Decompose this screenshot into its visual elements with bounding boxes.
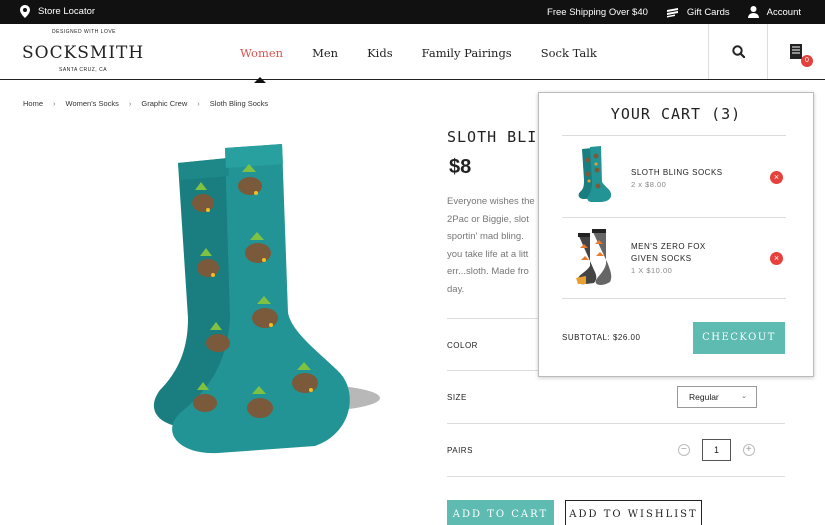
nav-item-sock-talk[interactable]: Sock Talk xyxy=(541,46,597,60)
description-line: Everyone wishes the xyxy=(447,196,535,207)
breadcrumb-current: Sloth Bling Socks xyxy=(209,99,269,108)
breadcrumb-home[interactable]: Home xyxy=(23,99,43,108)
description-line: err...sloth. Made fro xyxy=(447,266,529,277)
breadcrumb-womens-socks[interactable]: Women's Socks xyxy=(66,99,119,108)
breadcrumb-separator: › xyxy=(53,99,56,108)
cart-subtotal: SUBTOTAL: $26.00 xyxy=(562,333,641,342)
cart-item-qty-price: 2 x $8.00 xyxy=(631,180,667,189)
add-to-wishlist-button[interactable]: ADD TO WISHLIST xyxy=(565,500,702,525)
breadcrumb-separator: › xyxy=(197,99,200,108)
increase-quantity-button[interactable]: + xyxy=(743,444,755,456)
nav-item-men[interactable]: Men xyxy=(312,46,338,60)
size-select[interactable]: Regular ⌄ xyxy=(677,386,757,408)
gift-cards-label: Gift Cards xyxy=(686,6,730,18)
cart-item-thumbnail[interactable] xyxy=(570,146,614,206)
cart-item: MEN'S ZERO FOX GIVEN SOCKS 1 X $10.00 × xyxy=(562,217,786,299)
product-price: $8 xyxy=(449,156,472,178)
product-title: SLOTH BLI xyxy=(447,128,538,146)
gift-cards-link[interactable]: Gift Cards xyxy=(666,7,730,18)
description-line: day. xyxy=(447,283,465,295)
cart-count-badge: 0 xyxy=(801,55,813,67)
nav-item-women[interactable]: Women xyxy=(240,46,283,83)
cart-item-name-line: GIVEN SOCKS xyxy=(631,254,692,263)
cart-item: SLOTH BLING SOCKS 2 x $8.00 × xyxy=(562,135,786,217)
cart-button[interactable]: 0 xyxy=(767,24,825,79)
cart-item-name-line: MEN'S ZERO FOX xyxy=(631,242,706,251)
pairs-option-row: PAIRS − 1 + xyxy=(447,423,785,477)
pairs-label: PAIRS xyxy=(447,446,473,455)
search-icon xyxy=(732,45,745,58)
size-select-value: Regular xyxy=(689,392,719,402)
logo-wordmark: SOCKSMITH xyxy=(22,43,145,63)
close-icon[interactable]: × xyxy=(770,171,783,184)
account-label: Account xyxy=(766,6,801,18)
store-locator-label: Store Locator xyxy=(38,6,96,17)
gift-card-icon xyxy=(666,7,678,17)
checkout-button[interactable]: CHECKOUT xyxy=(693,322,785,354)
description-line: you take life at a litt xyxy=(447,248,529,260)
logo-tagline-bottom: SANTA CRUZ, CA xyxy=(59,67,108,73)
user-icon xyxy=(747,6,759,18)
chevron-down-icon: ⌄ xyxy=(741,393,747,400)
breadcrumb: Home › Women's Socks › Graphic Crew › Sl… xyxy=(23,99,268,108)
description-line: 2Pac or Biggie, slot xyxy=(447,213,529,225)
color-label: COLOR xyxy=(447,341,478,350)
size-option-row: SIZE Regular ⌄ xyxy=(447,370,785,422)
socksmith-logo[interactable]: DESIGNED WITH LOVE SOCKSMITH SANTA CRUZ,… xyxy=(22,29,143,75)
product-description: Everyone wishes the 2Pac or Biggie, slot… xyxy=(447,193,547,298)
add-to-cart-button[interactable]: ADD TO CART xyxy=(447,500,554,525)
free-shipping-text: Free Shipping Over $40 xyxy=(547,6,648,18)
cart-item-thumbnail[interactable] xyxy=(570,228,614,288)
breadcrumb-graphic-crew[interactable]: Graphic Crew xyxy=(141,99,187,108)
cart-item-name[interactable]: MEN'S ZERO FOX GIVEN SOCKS xyxy=(631,241,706,265)
breadcrumb-separator: › xyxy=(128,99,132,108)
description-line: sportin' mad bling. xyxy=(447,231,524,242)
cart-title: YOUR CART (3) xyxy=(610,105,742,123)
cart-icon xyxy=(790,44,802,59)
logo-tagline-top: DESIGNED WITH LOVE xyxy=(52,29,117,35)
close-icon[interactable]: × xyxy=(770,252,783,265)
utility-bar: Store Locator Free Shipping Over $40 Gif… xyxy=(0,0,825,24)
search-button[interactable] xyxy=(708,24,766,79)
quantity-input[interactable]: 1 xyxy=(702,439,731,461)
account-link[interactable]: Account xyxy=(747,6,801,18)
site-header: DESIGNED WITH LOVE SOCKSMITH SANTA CRUZ,… xyxy=(0,24,825,83)
main-nav: Women Men Kids Family Pairings Sock Talk xyxy=(240,46,626,83)
map-pin-icon xyxy=(20,5,30,18)
size-label: SIZE xyxy=(447,393,467,402)
product-image[interactable] xyxy=(100,128,390,473)
nav-item-family-pairings[interactable]: Family Pairings xyxy=(422,46,512,60)
store-locator-link[interactable]: Store Locator xyxy=(20,5,95,18)
cart-item-qty-price: 1 X $10.00 xyxy=(631,266,673,275)
nav-item-kids[interactable]: Kids xyxy=(367,46,393,60)
cart-divider xyxy=(562,298,786,299)
cart-item-name[interactable]: SLOTH BLING SOCKS xyxy=(631,167,723,179)
mini-cart-panel: YOUR CART (3) SLOTH BLING SOCKS 2 x $8.0… xyxy=(538,92,814,377)
decrease-quantity-button[interactable]: − xyxy=(678,444,690,456)
